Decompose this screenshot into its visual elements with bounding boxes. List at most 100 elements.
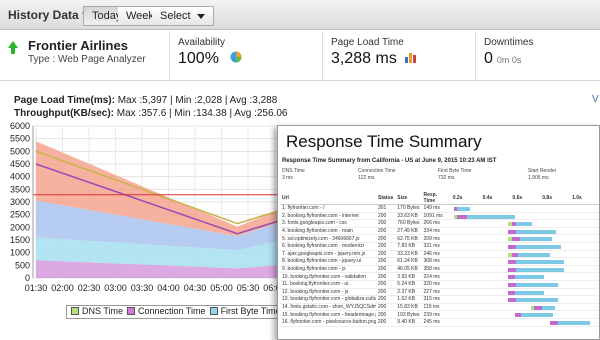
waterfall-bar-fb (521, 313, 554, 318)
status-cell: 200 (376, 234, 396, 243)
legend-label: Connection Time (138, 306, 206, 316)
legend-swatch (127, 307, 136, 315)
meta-value: 732 ms (438, 175, 455, 181)
select-dropdown[interactable]: Select (152, 6, 214, 26)
url-cell: 7. ajax.googleapis.com - jquery.min.js (280, 250, 376, 259)
table-row[interactable]: 16. flyfrontier.com - pixelsource-button… (280, 318, 599, 327)
downtimes-label: Downtimes (484, 37, 534, 48)
table-row[interactable]: 9. booking.flyfrontier.com - js 200 46.05 … (280, 265, 599, 274)
y-tick-label: 3000 (10, 197, 30, 207)
table-row[interactable]: 5. ssl.optimizely.com - 24606667.js 200 62… (280, 234, 599, 243)
meta-label: Connection Time (358, 168, 396, 174)
y-tick-label: 6000 (10, 121, 30, 131)
status-cell: 301 (376, 204, 396, 213)
legend-swatch (209, 307, 218, 315)
size-cell: 760 Bytes (395, 219, 422, 228)
time-cell: 358 ms (421, 265, 451, 274)
url-cell: 15. booking.flyfrontier.com - headerimag… (280, 310, 376, 319)
waterfall-bar-fb (516, 267, 565, 272)
time-cell: 331 ms (421, 242, 451, 251)
url-cell: 8. booking.flyfrontier.com - jquery-ui (280, 257, 376, 266)
x-tick-label: 05:00 (210, 283, 233, 293)
column-header: 0.6s (510, 192, 541, 205)
waterfall-bar-fb (457, 207, 470, 211)
pie-chart-icon[interactable] (230, 51, 242, 63)
y-tick-label: 2000 (10, 222, 30, 232)
downtimes-value: 0 (484, 50, 493, 67)
legend-swatch (71, 307, 79, 315)
time-cell: 227 ms (421, 288, 451, 297)
url-cell: 16. flyfrontier.com - pixelsource-button… (280, 318, 376, 327)
table-row[interactable]: 12. booking.flyfrontier.com - js 200 2.37 … (280, 288, 599, 297)
time-cell: 334 ms (421, 227, 451, 236)
table-body: 1. flyfrontier.com - /301 170 Bytes 149 ms… (280, 204, 599, 327)
y-tick-label: 1000 (10, 248, 30, 258)
table-row[interactable]: 2. booking.flyfrontier.com - internet 200… (280, 212, 599, 221)
legend-label: DNS Time (82, 306, 124, 316)
status-cell: 200 (376, 265, 396, 274)
status-cell: 200 (376, 219, 396, 228)
size-cell: 7.83 KB (395, 242, 422, 251)
url-cell: 3. fonts.googleapis.com - css (280, 219, 376, 228)
url-cell: 10. booking.flyfrontier.com - validation (280, 272, 376, 281)
load-time-stats: Page Load Time(ms): Max :5,397 | Min :2,… (14, 94, 287, 107)
table-row[interactable]: 11. booking.flyfrontier.com - ui 200 5.24 … (280, 280, 599, 289)
waterfall-cell (450, 242, 599, 251)
table-row[interactable]: 10. booking.flyfrontier.com - validation… (280, 272, 599, 281)
report-meta-dns: DNS Time 3 ms (282, 168, 305, 182)
x-tick-label: 02:30 (78, 283, 101, 293)
table-row[interactable]: 15. booking.flyfrontier.com - headerimag… (280, 310, 599, 319)
waterfall-cell (450, 280, 599, 289)
table-row[interactable]: 4. booking.flyfrontier.com - main 200 27.4… (280, 227, 599, 236)
meta-value: 122 ms (358, 175, 375, 181)
x-tick-label: 04:30 (184, 283, 207, 293)
size-cell: 61.24 KB (395, 257, 422, 266)
downtimes-metric: Downtimes 0 0m 0s (476, 31, 600, 81)
waterfall-cell (450, 234, 599, 243)
size-cell: 62.75 KB (395, 234, 422, 243)
y-tick-label: 4500 (10, 159, 30, 169)
bar-chart-icon[interactable] (405, 52, 417, 63)
legend-label: First Byte Time (220, 306, 281, 316)
table-row[interactable]: 3. fonts.googleapis.com - css 200 760 Byte… (280, 219, 599, 228)
select-label: Select (160, 10, 191, 22)
status-cell: 200 (376, 212, 396, 221)
waterfall-bar-conn (508, 282, 517, 287)
url-cell: 13. booking.flyfrontier.com - globalize.… (280, 295, 376, 304)
status-up-icon (8, 41, 18, 54)
legend-item[interactable]: Connection Time (127, 306, 206, 316)
waterfall-bar-fb (557, 320, 590, 325)
waterfall-bar-conn (549, 320, 558, 325)
waterfall-bar-conn (511, 237, 520, 242)
table-row[interactable]: 6. booking.flyfrontier.com - modernizr 20… (280, 242, 599, 251)
waterfall-cell (450, 212, 599, 221)
url-cell: 4. booking.flyfrontier.com - main (280, 227, 376, 236)
waterfall-cell (450, 303, 599, 312)
y-tick-label: 0 (25, 273, 30, 283)
meta-value: 1,905 ms (528, 175, 549, 181)
size-cell: 33.23 KB (395, 250, 422, 259)
url-cell: 9. booking.flyfrontier.com - js (280, 265, 376, 274)
legend-item[interactable]: DNS Time (71, 306, 123, 316)
table-row[interactable]: 1. flyfrontier.com - /301 170 Bytes 149 ms (280, 204, 599, 213)
time-cell: 266 ms (421, 219, 451, 228)
waterfall-bar-fb (466, 214, 515, 219)
table-row[interactable]: 8. booking.flyfrontier.com - jquery-ui 20… (280, 257, 599, 266)
waterfall-bar-conn (508, 298, 517, 303)
table-row[interactable]: 7. ajax.googleapis.com - jquery.min.js 20… (280, 250, 599, 259)
column-header: 0.8s (540, 192, 571, 205)
column-header: Url (280, 192, 376, 205)
time-cell: 209 ms (421, 234, 451, 243)
time-cell: 245 ms (421, 318, 451, 327)
table-row[interactable]: 13. booking.flyfrontier.com - globalize.… (280, 295, 599, 304)
size-cell: 3.93 KB (395, 272, 422, 281)
waterfall-cell (450, 318, 599, 327)
load-stats-label: Page Load Time(ms): (14, 95, 115, 106)
time-cell: 368 ms (421, 257, 451, 266)
status-cell: 200 (376, 288, 396, 297)
time-cell: 320 ms (421, 280, 451, 289)
waterfall-cell (450, 310, 599, 319)
view-link[interactable]: V (592, 94, 599, 105)
table-row[interactable]: 14. fonts.gstatic.com - shon_WYJ5QCSdmWR… (280, 303, 599, 312)
legend-item[interactable]: First Byte Time (209, 306, 281, 316)
